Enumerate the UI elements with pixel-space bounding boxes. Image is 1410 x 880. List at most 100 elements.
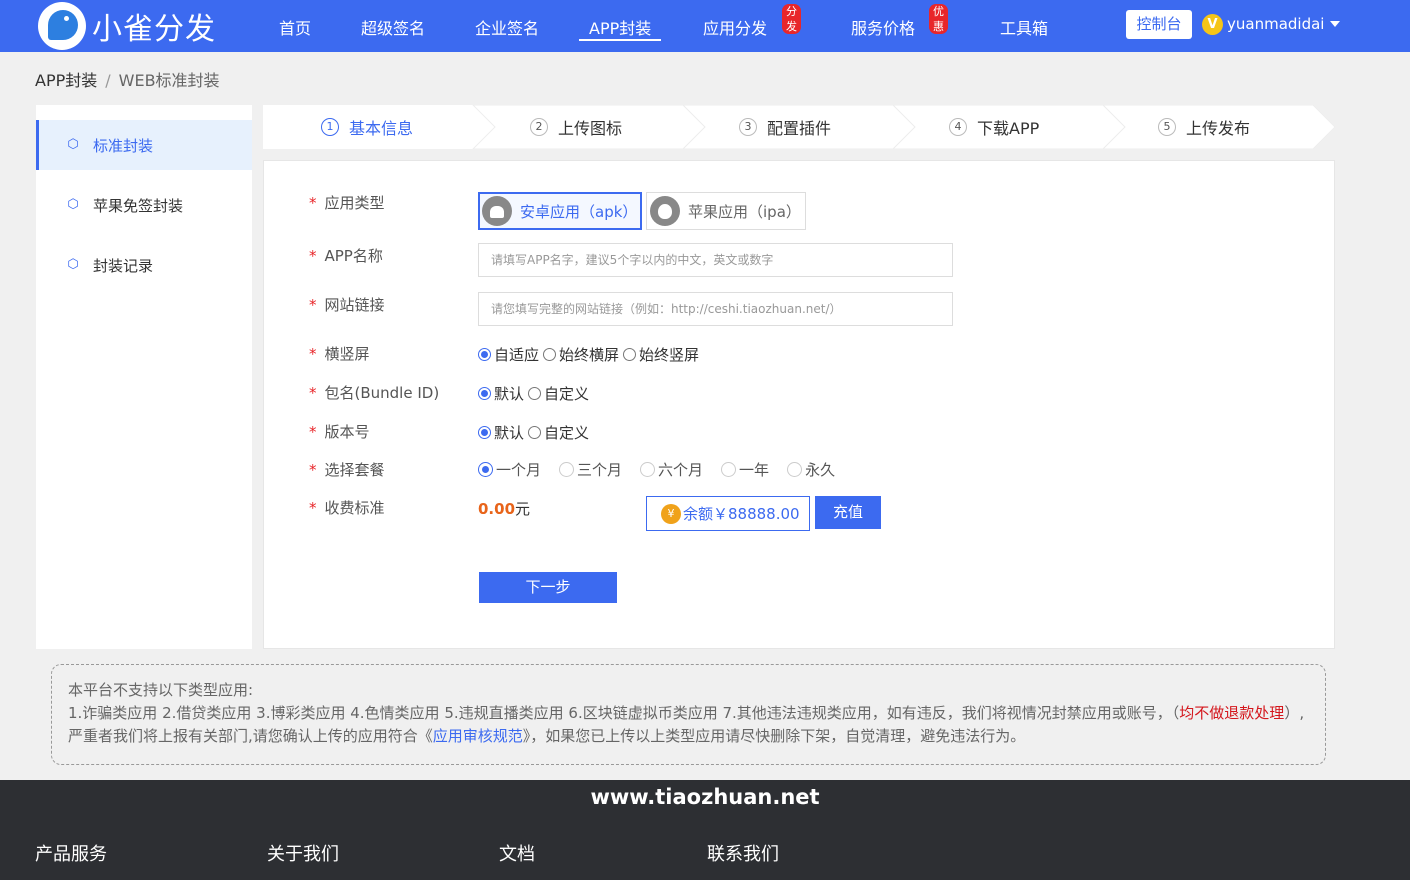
nav-home[interactable]: 首页 [279, 15, 311, 39]
package-form: *应用类型 安卓应用（apk） 苹果应用（ipa） *APP名称 *网站链接 *… [263, 160, 1335, 649]
fee-label: * 收费标准 [309, 499, 385, 517]
step-number: 4 [949, 118, 967, 136]
step-config-plugin: 3 配置插件 [739, 105, 831, 149]
site-url-input[interactable] [478, 292, 953, 326]
package-six-months-radio[interactable]: 六个月 [640, 459, 703, 480]
version-radio-group: 默认 自定义 [478, 422, 593, 443]
package-label: * 选择套餐 [309, 461, 385, 479]
footer: www.tiaozhuan.net 产品服务 关于我们 文档 联系我们 [0, 780, 1410, 880]
step-label: 上传发布 [1186, 119, 1251, 138]
version-default-radio[interactable]: 默认 [478, 422, 524, 443]
footer-contact[interactable]: 联系我们 [707, 840, 779, 866]
policy-notice: 本平台不支持以下类型应用: 1.诈骗类应用 2.借贷类应用 3.博彩类应用 4.… [51, 664, 1326, 765]
ios-option-label: 苹果应用（ipa） [688, 202, 801, 221]
bundle-id-default-radio[interactable]: 默认 [478, 383, 524, 404]
step-indicator: 1 基本信息 2 上传图标 3 配置插件 4 下载APP 5 上传发布 [263, 105, 1335, 149]
cube-icon: ⬡ [67, 197, 79, 212]
nav-toolbox[interactable]: 工具箱 [1000, 15, 1048, 39]
breadcrumb-current: WEB标准封装 [118, 71, 220, 90]
nav-app-distribution[interactable]: 应用分发 [703, 15, 767, 39]
cube-icon: ⬡ [67, 257, 79, 272]
footer-about[interactable]: 关于我们 [267, 840, 339, 866]
breadcrumb: APP封装 / WEB标准封装 [35, 67, 220, 91]
package-forever-radio[interactable]: 永久 [787, 459, 835, 480]
step-label: 配置插件 [767, 119, 832, 138]
pricing-badge: 优惠 [929, 4, 948, 34]
step-basic-info: 1 基本信息 [321, 105, 413, 149]
step-label: 下载APP [977, 119, 1040, 138]
step-download-app: 4 下载APP [949, 105, 1039, 149]
chevron-down-icon [1330, 21, 1341, 27]
site-url-label: * 网站链接 [309, 296, 385, 314]
orientation-auto-radio[interactable]: 自适应 [478, 344, 539, 365]
app-name-label: * APP名称 [309, 247, 383, 265]
next-step-button[interactable]: 下一步 [479, 572, 617, 603]
console-button[interactable]: 控制台 [1126, 10, 1192, 39]
no-refund-text: 均不做退款处理 [1179, 704, 1285, 722]
notice-title: 本平台不支持以下类型应用: [68, 681, 254, 699]
step-number: 5 [1158, 118, 1176, 136]
fee-amount: 0.00 [478, 500, 516, 518]
breadcrumb-parent[interactable]: APP封装 [35, 71, 97, 90]
money-bag-icon: ¥ [661, 503, 681, 524]
step-upload-icon: 2 上传图标 [530, 105, 622, 149]
sidebar: ⬡ 标准封装 ⬡ 苹果免签封装 ⬡ 封装记录 [36, 105, 252, 649]
sidebar-item-apple-free-sign[interactable]: ⬡ 苹果免签封装 [36, 180, 252, 230]
distribution-badge: 分发 [782, 4, 801, 34]
step-number: 1 [321, 118, 339, 136]
bundle-id-label: * 包名(Bundle ID) [309, 384, 440, 402]
orientation-label: * 横竖屏 [309, 345, 370, 363]
orientation-portrait-radio[interactable]: 始终竖屏 [623, 344, 699, 365]
orientation-radio-group: 自适应 始终横屏 始终竖屏 [478, 344, 703, 365]
step-label: 基本信息 [349, 119, 414, 138]
sidebar-item-label: 标准封装 [93, 136, 154, 155]
android-option-label: 安卓应用（apk） [520, 202, 638, 221]
footer-docs[interactable]: 文档 [499, 840, 535, 866]
balance-display: ¥ 余额￥88888.00 [646, 496, 810, 531]
username: yuanmadidai [1227, 15, 1325, 33]
nav-enterprise-sign[interactable]: 企业签名 [475, 15, 539, 39]
bundle-id-radio-group: 默认 自定义 [478, 383, 593, 404]
notice-body: 1.诈骗类应用 2.借贷类应用 3.博彩类应用 4.色情类应用 5.违规直播类应… [68, 704, 1305, 745]
breadcrumb-separator: / [105, 71, 111, 90]
cube-icon: ⬡ [67, 137, 79, 152]
step-number: 2 [530, 118, 548, 136]
step-number: 3 [739, 118, 757, 136]
footer-products[interactable]: 产品服务 [35, 840, 107, 866]
sidebar-item-standard-package[interactable]: ⬡ 标准封装 [36, 120, 252, 170]
step-upload-publish: 5 上传发布 [1158, 105, 1250, 149]
user-menu[interactable]: V yuanmadidai [1202, 13, 1341, 35]
top-header: 小雀分发 首页 超级签名 企业签名 APP封装 应用分发 分发 服务价格 优惠 … [0, 0, 1410, 52]
avatar: V [1202, 13, 1223, 35]
version-label: * 版本号 [309, 423, 370, 441]
bird-logo-icon [38, 2, 86, 50]
package-three-months-radio[interactable]: 三个月 [559, 459, 622, 480]
review-rules-link[interactable]: 应用审核规范 [433, 727, 523, 745]
android-app-option[interactable]: 安卓应用（apk） [478, 192, 642, 230]
bundle-id-custom-radio[interactable]: 自定义 [528, 383, 589, 404]
brand-logo[interactable]: 小雀分发 [38, 2, 216, 50]
nav-app-package[interactable]: APP封装 [578, 15, 662, 41]
nav-pricing[interactable]: 服务价格 [851, 15, 915, 39]
brand-name: 小雀分发 [92, 12, 216, 47]
footer-site-url: www.tiaozhuan.net [590, 785, 820, 809]
package-one-year-radio[interactable]: 一年 [721, 459, 769, 480]
step-label: 上传图标 [558, 119, 623, 138]
ios-app-option[interactable]: 苹果应用（ipa） [646, 192, 806, 230]
package-one-month-radio[interactable]: 一个月 [478, 459, 541, 480]
orientation-landscape-radio[interactable]: 始终横屏 [543, 344, 619, 365]
recharge-button[interactable]: 充值 [815, 496, 881, 529]
app-name-input[interactable] [478, 243, 953, 277]
android-icon [482, 196, 512, 226]
version-custom-radio[interactable]: 自定义 [528, 422, 589, 443]
fee-value: 0.00元 [478, 498, 530, 519]
nav-super-sign[interactable]: 超级签名 [361, 15, 425, 39]
package-radio-group: 一个月 三个月 六个月 一年 永久 [478, 459, 853, 480]
apple-icon [650, 196, 680, 226]
fee-unit: 元 [515, 500, 531, 518]
sidebar-item-label: 封装记录 [93, 256, 154, 275]
balance-text: 余额￥88888.00 [683, 505, 800, 523]
sidebar-item-package-records[interactable]: ⬡ 封装记录 [36, 240, 252, 290]
sidebar-item-label: 苹果免签封装 [93, 196, 184, 215]
app-type-label: * 应用类型 [309, 194, 385, 212]
